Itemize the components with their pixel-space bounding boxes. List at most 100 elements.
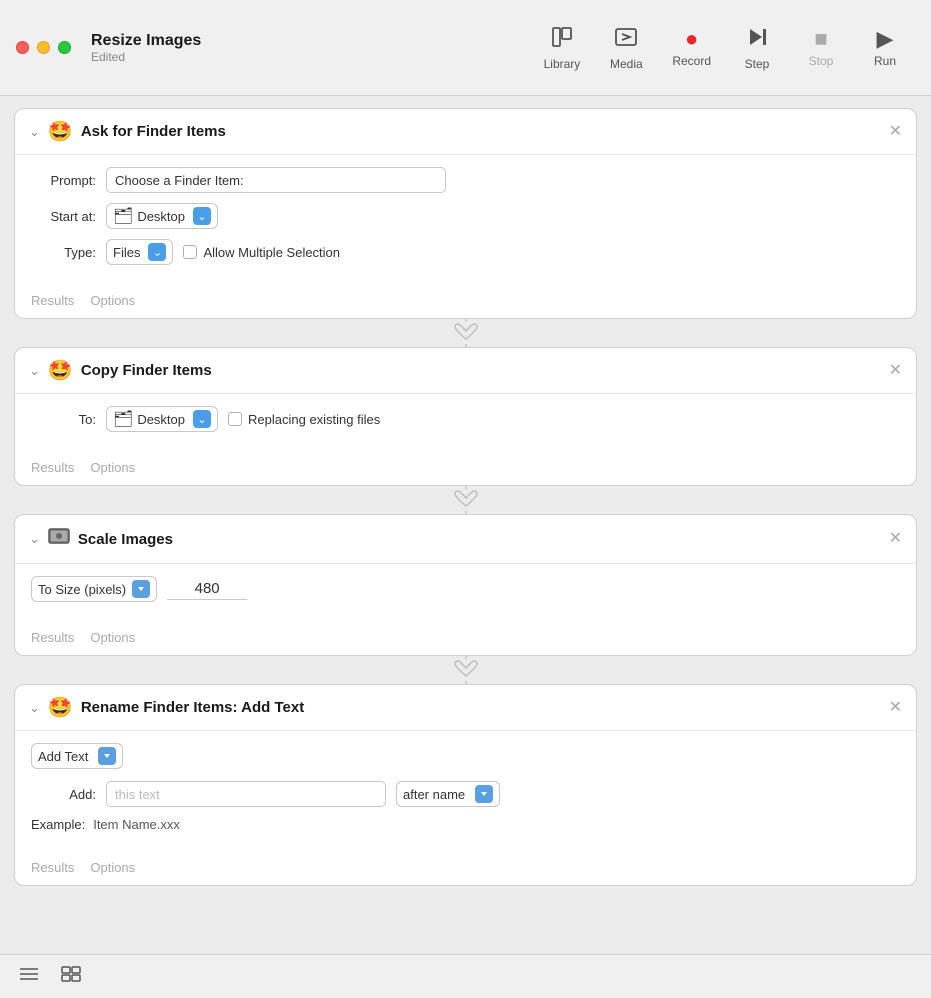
app-title-group: Resize Images Edited: [91, 32, 532, 64]
copy-finder-icon: 🤩: [48, 358, 73, 383]
allow-multiple-label: Allow Multiple Selection: [203, 245, 340, 260]
ask-finder-block: ⌄ 🤩 Ask for Finder Items ✕ Prompt: Start…: [14, 108, 917, 319]
ask-finder-chevron[interactable]: ⌄: [29, 124, 40, 140]
scale-images-close[interactable]: ✕: [889, 531, 902, 547]
type-chevron[interactable]: ⌄: [148, 243, 166, 261]
stop-button[interactable]: ■ Stop: [791, 22, 851, 74]
record-icon: ●: [685, 28, 698, 50]
close-button[interactable]: [16, 41, 29, 54]
allow-multiple-checkbox[interactable]: [183, 245, 197, 259]
step-button[interactable]: Step: [727, 19, 787, 77]
scale-images-results[interactable]: Results: [31, 630, 74, 645]
example-row: Example: Item Name.xxx: [31, 817, 900, 832]
connector-heart-2: [448, 489, 484, 511]
rename-finder-header: ⌄ 🤩 Rename Finder Items: Add Text ✕: [15, 685, 916, 731]
after-name-dropdown[interactable]: after name: [396, 781, 500, 807]
rename-finder-icon: 🤩: [48, 695, 73, 720]
library-label: Library: [544, 57, 581, 71]
after-name-value: after name: [403, 787, 465, 802]
connector-1: [14, 319, 917, 347]
ask-finder-results[interactable]: Results: [31, 293, 74, 308]
library-icon: [550, 25, 574, 53]
run-button[interactable]: ▶ Run: [855, 22, 915, 74]
step-icon: [745, 25, 769, 53]
rename-finder-chevron[interactable]: ⌄: [29, 700, 40, 716]
titlebar: Resize Images Edited Library Media ●: [0, 0, 931, 96]
rename-finder-results[interactable]: Results: [31, 860, 74, 875]
start-at-chevron[interactable]: ⌄: [193, 207, 211, 225]
step-label: Step: [745, 57, 770, 71]
run-icon: ▶: [877, 28, 894, 50]
fullscreen-button[interactable]: [58, 41, 71, 54]
scale-images-options[interactable]: Options: [90, 630, 135, 645]
copy-to-dropdown[interactable]: 🗂 Desktop ⌄: [106, 406, 218, 432]
prompt-input[interactable]: [106, 167, 446, 193]
ask-finder-options[interactable]: Options: [90, 293, 135, 308]
example-value: Item Name.xxx: [93, 817, 180, 832]
media-icon: [614, 25, 638, 53]
pixel-value-input[interactable]: [167, 578, 247, 600]
allow-multiple-row: Allow Multiple Selection: [183, 245, 340, 260]
scale-type-dropdown[interactable]: To Size (pixels): [31, 576, 157, 602]
stop-icon: ■: [814, 28, 827, 50]
add-text-chevron[interactable]: [98, 747, 116, 765]
scale-type-chevron[interactable]: [132, 580, 150, 598]
media-label: Media: [610, 57, 643, 71]
record-label: Record: [672, 54, 711, 68]
ask-finder-footer: Results Options: [15, 287, 916, 318]
toolbar-buttons: Library Media ● Record Step: [532, 19, 915, 77]
copy-finder-close[interactable]: ✕: [889, 363, 902, 379]
add-text-input[interactable]: [106, 781, 386, 807]
replacing-checkbox[interactable]: [228, 412, 242, 426]
app-subtitle: Edited: [91, 50, 125, 64]
list-view-button[interactable]: [14, 961, 44, 992]
copy-finder-results[interactable]: Results: [31, 460, 74, 475]
connector-3: [14, 656, 917, 684]
library-button[interactable]: Library: [532, 19, 593, 77]
ask-finder-body: Prompt: Start at: 🗂 Desktop ⌄ Type: File…: [15, 155, 916, 287]
example-label: Example:: [31, 817, 85, 832]
type-row: Type: Files ⌄ Allow Multiple Selection: [31, 239, 900, 265]
replacing-label: Replacing existing files: [248, 412, 380, 427]
rename-finder-footer: Results Options: [15, 854, 916, 885]
run-label: Run: [874, 54, 896, 68]
copy-finder-title: Copy Finder Items: [81, 362, 881, 379]
connector-heart-1: [448, 322, 484, 344]
connector-2: [14, 486, 917, 514]
prompt-label: Prompt:: [31, 173, 96, 188]
copy-finder-body: To: 🗂 Desktop ⌄ Replacing existing files: [15, 394, 916, 454]
rename-finder-options[interactable]: Options: [90, 860, 135, 875]
copy-to-label: To:: [31, 412, 96, 427]
rename-finder-close[interactable]: ✕: [889, 700, 902, 716]
copy-finder-options[interactable]: Options: [90, 460, 135, 475]
type-dropdown[interactable]: Files ⌄: [106, 239, 173, 265]
start-at-dropdown[interactable]: 🗂 Desktop ⌄: [106, 203, 218, 229]
replacing-row: Replacing existing files: [228, 412, 380, 427]
copy-finder-chevron[interactable]: ⌄: [29, 363, 40, 379]
rename-finder-title: Rename Finder Items: Add Text: [81, 699, 881, 716]
copy-to-value: Desktop: [137, 412, 185, 427]
scale-images-chevron[interactable]: ⌄: [29, 531, 40, 547]
copy-finder-footer: Results Options: [15, 454, 916, 485]
scale-images-block: ⌄ Scale Images ✕ To Size (pixels): [14, 514, 917, 656]
media-button[interactable]: Media: [596, 19, 656, 77]
copy-to-chevron[interactable]: ⌄: [193, 410, 211, 428]
add-row: Add: after name: [31, 781, 900, 807]
copy-folder-icon: 🗂: [113, 409, 133, 429]
ask-finder-close[interactable]: ✕: [889, 124, 902, 140]
scale-images-body: To Size (pixels): [15, 564, 916, 624]
start-at-label: Start at:: [31, 209, 96, 224]
main-content: ⌄ 🤩 Ask for Finder Items ✕ Prompt: Start…: [0, 96, 931, 942]
bottom-toolbar: [0, 954, 931, 998]
app-title: Resize Images: [91, 32, 201, 50]
add-text-select[interactable]: Add Text: [31, 743, 123, 769]
copy-finder-block: ⌄ 🤩 Copy Finder Items ✕ To: 🗂 Desktop ⌄ …: [14, 347, 917, 486]
ask-finder-icon: 🤩: [48, 119, 73, 144]
record-button[interactable]: ● Record: [660, 22, 723, 74]
type-value: Files: [113, 245, 140, 260]
after-name-chevron[interactable]: [475, 785, 493, 803]
add-text-value: Add Text: [38, 749, 88, 764]
type-label: Type:: [31, 245, 96, 260]
grid-view-button[interactable]: [56, 961, 86, 992]
minimize-button[interactable]: [37, 41, 50, 54]
